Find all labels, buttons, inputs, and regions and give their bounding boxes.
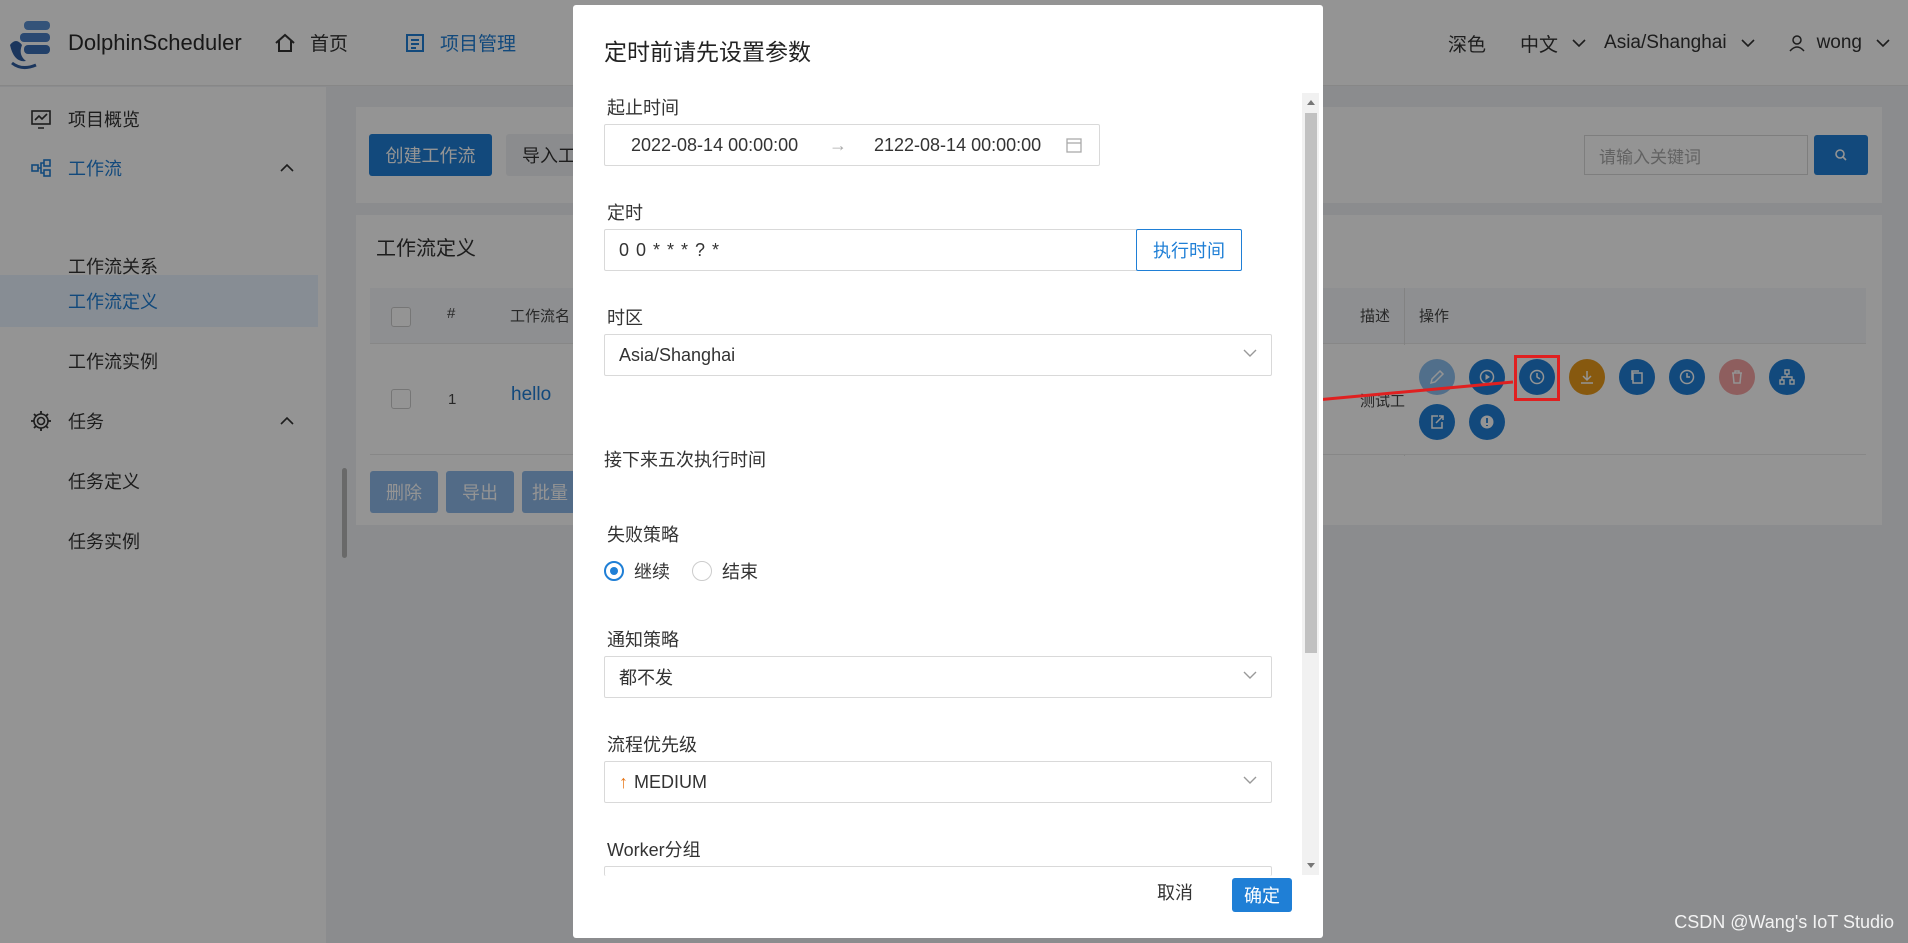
modal-scroll-thumb[interactable] bbox=[1305, 113, 1317, 653]
modal-title: 定时前请先设置参数 bbox=[604, 39, 811, 65]
timezone-select-value: Asia/Shanghai bbox=[619, 344, 736, 365]
timezone-select[interactable]: Asia/Shanghai bbox=[604, 334, 1272, 376]
notify-strategy-value: 都不发 bbox=[619, 668, 673, 688]
confirm-button[interactable]: 确定 bbox=[1232, 878, 1292, 912]
radio-end-label[interactable]: 结束 bbox=[722, 558, 758, 584]
priority-select[interactable]: ↑ MEDIUM bbox=[604, 761, 1272, 803]
worker-group-label: Worker分组 bbox=[607, 840, 701, 860]
exec-time-button[interactable]: 执行时间 bbox=[1136, 229, 1242, 271]
watermark: CSDN @Wang's IoT Studio bbox=[1674, 912, 1894, 932]
start-time: 2022-08-14 00:00:00 bbox=[631, 134, 799, 155]
timezone-field-label: 时区 bbox=[607, 308, 643, 328]
radio-continue[interactable] bbox=[604, 561, 624, 581]
priority-value: MEDIUM bbox=[634, 771, 707, 792]
chevron-down-icon bbox=[1243, 349, 1257, 357]
priority-label: 流程优先级 bbox=[607, 735, 697, 755]
chevron-down-icon bbox=[1243, 776, 1257, 784]
start-end-label: 起止时间 bbox=[607, 98, 679, 118]
date-range-picker[interactable]: 2022-08-14 00:00:00 → 2122-08-14 00:00:0… bbox=[604, 124, 1100, 166]
notify-strategy-label: 通知策略 bbox=[607, 630, 679, 650]
range-arrow-icon: → bbox=[829, 134, 847, 155]
failure-strategy-label: 失败策略 bbox=[607, 525, 679, 545]
radio-continue-label[interactable]: 继续 bbox=[634, 558, 670, 584]
radio-end[interactable] bbox=[692, 561, 712, 581]
arrow-up-icon: ↑ bbox=[619, 771, 628, 792]
cron-input[interactable]: 0 0 * * * ? * bbox=[604, 229, 1138, 271]
failure-strategy-radio-group: 继续 结束 bbox=[604, 558, 758, 584]
next-five-label: 接下来五次执行时间 bbox=[604, 450, 766, 470]
timing-modal: 定时前请先设置参数 起止时间 2022-08-14 00:00:00 → 212… bbox=[573, 5, 1323, 938]
calendar-icon bbox=[1066, 138, 1082, 153]
scroll-up-icon[interactable] bbox=[1305, 97, 1317, 107]
notify-strategy-select[interactable]: 都不发 bbox=[604, 656, 1272, 698]
scroll-down-icon[interactable] bbox=[1305, 861, 1317, 871]
worker-group-select[interactable] bbox=[604, 866, 1272, 876]
end-time: 2122-08-14 00:00:00 bbox=[874, 134, 1042, 155]
cancel-button[interactable]: 取消 bbox=[1157, 879, 1193, 905]
chevron-down-icon bbox=[1243, 671, 1257, 679]
timing-label: 定时 bbox=[607, 203, 643, 223]
